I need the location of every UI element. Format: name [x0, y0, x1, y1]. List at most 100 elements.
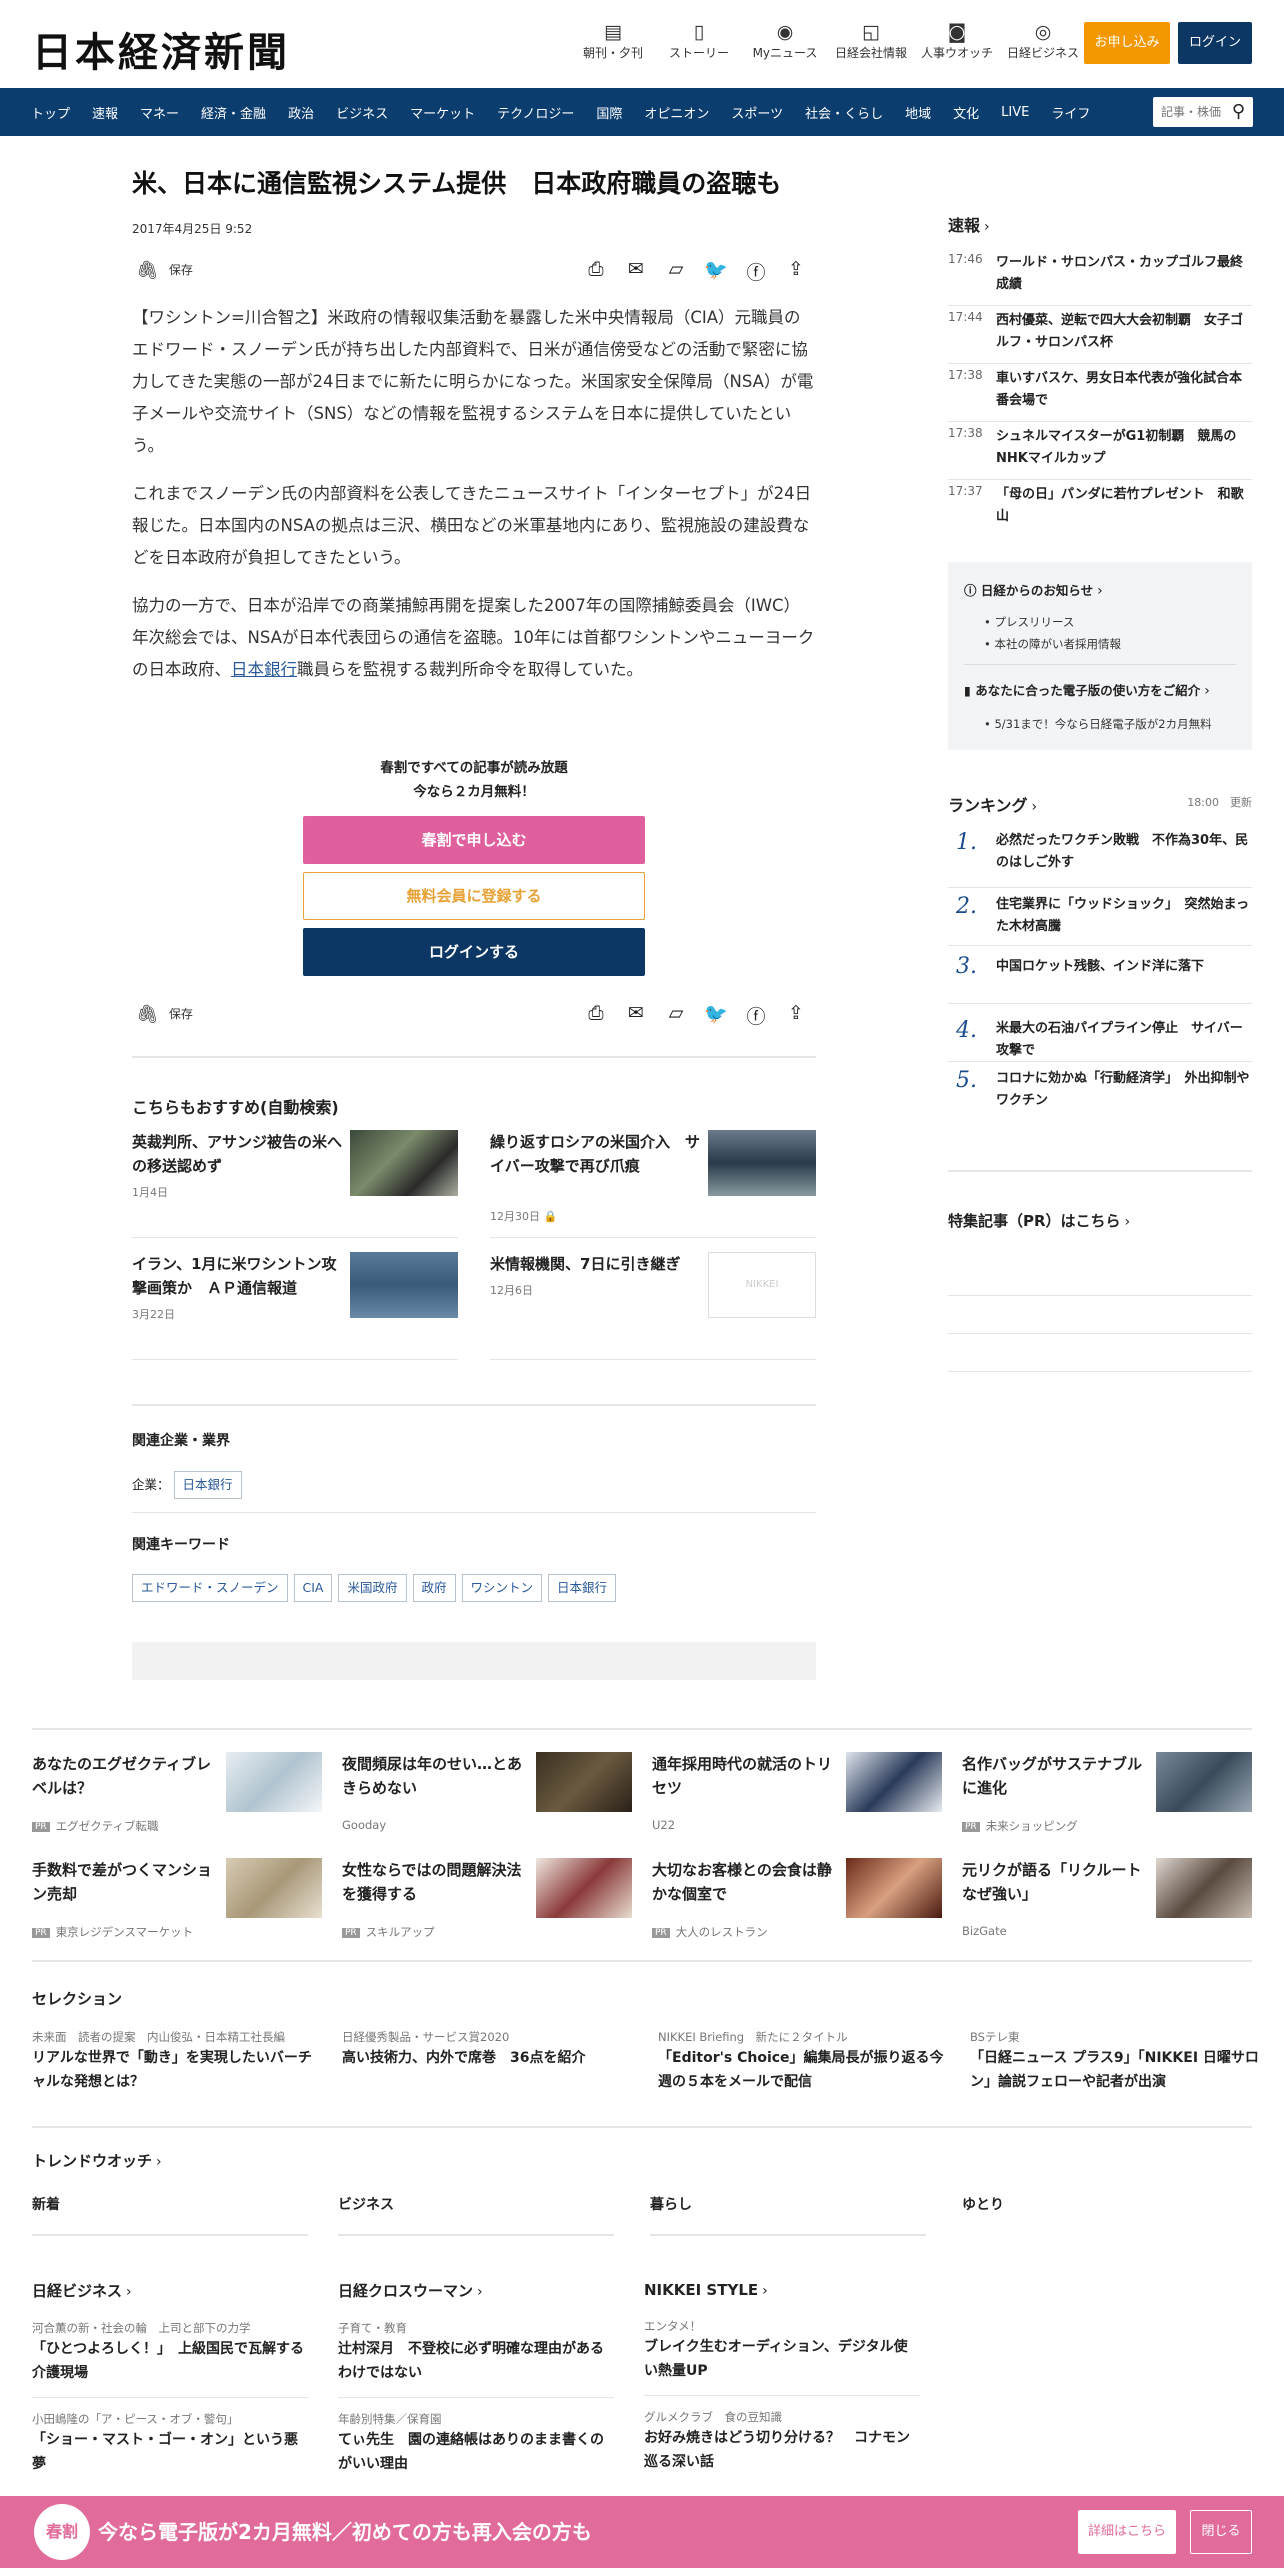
nav-item-technology[interactable]: テクノロジー	[486, 103, 585, 122]
selection-item[interactable]: 未来面 読者の提案 内山俊弘・日本精工社長編 リアルな世界で「動き」を実現したいバ…	[32, 2028, 322, 2094]
nav-item-market[interactable]: マーケット	[399, 103, 486, 122]
keyword-tag[interactable]: 政府	[412, 1574, 456, 1602]
share-icon[interactable]: ⇪	[776, 258, 816, 285]
trend-tab-yutori[interactable]: ゆとり	[962, 2194, 1238, 2234]
ad-item[interactable]: 元リクが語る「リクルートなぜ強い」 BizGate	[962, 1858, 1252, 1948]
ad-item[interactable]: 通年採用時代の就活のトリセツ U22	[652, 1752, 942, 1842]
nav-item-region[interactable]: 地域	[894, 103, 942, 122]
keyword-tag[interactable]: 日本銀行	[548, 1574, 617, 1602]
ad-item[interactable]: 名作バッグがサステナブルに進化 PR 未来ショッピング	[962, 1752, 1252, 1842]
ad-item[interactable]: 女性ならではの問題解決法を獲得する PR スキルアップ	[342, 1858, 632, 1948]
header-nav-jinji[interactable]: ◙ 人事ウオッチ	[914, 20, 1000, 61]
free-register-button[interactable]: 無料会員に登録する	[303, 872, 645, 920]
guide-heading[interactable]: ▮ あなたに合った電子版の使い方をご紹介 ›	[964, 680, 1210, 699]
recommend-item[interactable]: イラン、1月に米ワシントン攻撃画策か ＡＰ通信報道 3月22日	[132, 1252, 458, 1360]
ranking-item[interactable]: 5. コロナに効かぬ「行動経済学」 外出抑制やワクチン	[948, 1062, 1252, 1130]
media-item[interactable]: 小田嶋隆の「ア・ピース・オブ・警句」 「ショー・マスト・ゴー・オン」という悪夢	[32, 2410, 308, 2476]
keyword-tag[interactable]: 米国政府	[338, 1574, 407, 1602]
note-icon[interactable]: ▱	[656, 258, 696, 285]
info-heading[interactable]: ⓘ 日経からのお知らせ ›	[964, 580, 1103, 599]
media-item[interactable]: 子育て・教育 辻村深月 不登校に必ず明確な理由があるわけではない	[338, 2319, 614, 2398]
trend-tab-business[interactable]: ビジネス	[338, 2194, 614, 2236]
info-item[interactable]: • 本社の障がい者採用情報	[984, 636, 1121, 652]
keyword-tag[interactable]: CIA	[293, 1574, 333, 1602]
nav-item-life[interactable]: ライフ	[1040, 103, 1101, 122]
facebook-icon[interactable]: ⓕ	[736, 1002, 776, 1029]
media-heading[interactable]: NIKKEI STYLE ›	[644, 2281, 768, 2299]
ad-item[interactable]: 手数料で差がつくマンション売却 PR 東京レジデンスマーケット	[32, 1858, 322, 1948]
twitter-icon[interactable]: 🐦	[696, 1002, 736, 1029]
print-icon[interactable]: ⎙	[576, 258, 616, 285]
keyword-tag[interactable]: ワシントン	[461, 1574, 543, 1602]
header-nav-mynews[interactable]: ◉ Myニュース	[742, 20, 828, 61]
nav-item-money[interactable]: マネー	[129, 103, 190, 122]
note-icon[interactable]: ▱	[656, 1002, 696, 1029]
recommend-item[interactable]: 英裁判所、アサンジ被告の米への移送認めず 1月4日	[132, 1130, 458, 1238]
trend-tab-new[interactable]: 新着	[32, 2194, 308, 2236]
print-icon[interactable]: ⎙	[576, 1002, 616, 1029]
media-item[interactable]: 年齢別特集／保育園 てぃ先生 園の連絡帳はありのまま書くのがいい理由	[338, 2410, 614, 2476]
media-heading[interactable]: 日経ビジネス ›	[32, 2282, 132, 2300]
selection-item[interactable]: 日経優秀製品・サービス賞2020 高い技術力、内外で席巻 36点を紹介	[342, 2028, 632, 2070]
media-heading[interactable]: 日経クロスウーマン ›	[338, 2282, 483, 2300]
ad-item[interactable]: あなたのエグゼクティブレベルは？ PR エグゼクティブ転職	[32, 1752, 322, 1842]
nav-item-international[interactable]: 国際	[585, 103, 633, 122]
nav-item-business[interactable]: ビジネス	[325, 103, 399, 122]
mail-icon[interactable]: ✉	[616, 258, 656, 285]
nav-item-top[interactable]: トップ	[20, 103, 81, 122]
nav-item-breaking[interactable]: 速報	[81, 103, 129, 122]
pr-heading[interactable]: 特集記事（PR）はこちら ›	[948, 1210, 1130, 1231]
nav-item-opinion[interactable]: オピニオン	[633, 103, 720, 122]
ad-item[interactable]: 大切なお客様との会食は静かな個室で PR 大人のレストラン	[652, 1858, 942, 1948]
media-item[interactable]: エンタメ！ ブレイク生むオーディション、デジタル使い熱量UP	[644, 2317, 920, 2396]
facebook-icon[interactable]: ⓕ	[736, 258, 776, 285]
ranking-item[interactable]: 3. 中国ロケット残骸、インド洋に落下	[948, 946, 1252, 1004]
nav-item-live[interactable]: LIVE	[990, 105, 1040, 120]
ad-item[interactable]: 夜間頻尿は年のせい…とあきらめない Gooday	[342, 1752, 632, 1842]
save-button[interactable]: 🖇 保存	[136, 1004, 193, 1025]
search-input[interactable]	[1153, 97, 1223, 127]
trend-tab-life[interactable]: 暮らし	[650, 2194, 926, 2236]
banner-close-button[interactable]: 閉じる	[1190, 2510, 1252, 2554]
nav-item-politics[interactable]: 政治	[277, 103, 325, 122]
nikkei-logo[interactable]: 日本経済新聞	[32, 20, 290, 78]
breaking-item[interactable]: 17:37 「母の日」パンダに若竹プレゼント 和歌山	[948, 484, 1252, 538]
nav-item-society[interactable]: 社会・くらし	[794, 103, 894, 122]
nav-item-economy[interactable]: 経済・金融	[190, 103, 277, 122]
breaking-item[interactable]: 17:46 ワールド・サロンパス・カップゴルフ最終成績	[948, 252, 1252, 306]
breaking-item[interactable]: 17:38 車いすバスケ、男女日本代表が強化試合本番会場で	[948, 368, 1252, 422]
spring-subscribe-button[interactable]: 春割で申し込む	[303, 816, 645, 864]
trend-heading[interactable]: トレンドウオッチ ›	[32, 2150, 162, 2171]
info-item[interactable]: • プレスリリース	[984, 614, 1074, 630]
nav-item-sports[interactable]: スポーツ	[720, 103, 794, 122]
recommend-item[interactable]: 米情報機関、7日に引き継ぎ 12月6日 NIKKEI	[490, 1252, 816, 1360]
save-button[interactable]: 🖇 保存	[136, 260, 193, 281]
mail-icon[interactable]: ✉	[616, 1002, 656, 1029]
ranking-heading[interactable]: ランキング ›	[948, 796, 1037, 815]
login-button[interactable]: ログイン	[1178, 22, 1252, 64]
breaking-item[interactable]: 17:44 西村優菜、逆転で四大大会初制覇 女子ゴルフ・サロンパス杯	[948, 310, 1252, 364]
header-nav-company[interactable]: ◱ 日経会社情報	[828, 20, 914, 61]
banner-details-button[interactable]: 詳細はこちら	[1078, 2510, 1176, 2554]
ranking-item[interactable]: 2. 住宅業界に「ウッドショック」 突然始まった木材高騰	[948, 888, 1252, 946]
search-icon[interactable]: ⚲	[1232, 101, 1245, 122]
paywall-login-button[interactable]: ログインする	[303, 928, 645, 976]
breaking-item[interactable]: 17:38 シュネルマイスターがG1初制覇 競馬のNHKマイルカップ	[948, 426, 1252, 480]
selection-item[interactable]: NIKKEI Briefing 新たに２タイトル 「Editor's Choice…	[658, 2028, 948, 2094]
ranking-item[interactable]: 1. 必然だったワクチン敗戦 不作為30年、民のはしご外す	[948, 830, 1252, 888]
subscribe-button[interactable]: お申し込み	[1084, 22, 1170, 64]
header-nav-business[interactable]: ◎ 日経ビジネス	[1000, 20, 1086, 61]
ranking-item[interactable]: 4. 米最大の石油パイプライン停止 サイバー攻撃で	[948, 1004, 1252, 1062]
media-item[interactable]: グルメクラブ 食の豆知識 お好み焼きはどう切り分ける？ コナモン巡る深い話	[644, 2408, 920, 2474]
header-nav-paper[interactable]: ▤ 朝刊・夕刊	[570, 20, 656, 61]
recommend-item[interactable]: 繰り返すロシアの米国介入 サイバー攻撃で再び爪痕 12月30日 🔒	[490, 1130, 816, 1238]
selection-item[interactable]: BSテレ東 「日経ニュース プラス9」「NIKKEI 日曜サロン」論説フェローや記…	[970, 2028, 1260, 2094]
media-item[interactable]: 河合薫の新・社会の輪 上司と部下の力学 「ひとつよろしく！」 上級国民で瓦解する介…	[32, 2319, 308, 2398]
share-icon[interactable]: ⇪	[776, 1002, 816, 1029]
twitter-icon[interactable]: 🐦	[696, 258, 736, 285]
header-nav-story[interactable]: ▯ ストーリー	[656, 20, 742, 61]
breaking-heading[interactable]: 速報 ›	[948, 212, 990, 236]
guide-item[interactable]: • 5/31まで！今なら日経電子版が2カ月無料	[984, 716, 1212, 732]
keyword-tag[interactable]: エドワード・スノーデン	[132, 1574, 288, 1602]
company-tag[interactable]: 日本銀行	[173, 1471, 242, 1499]
